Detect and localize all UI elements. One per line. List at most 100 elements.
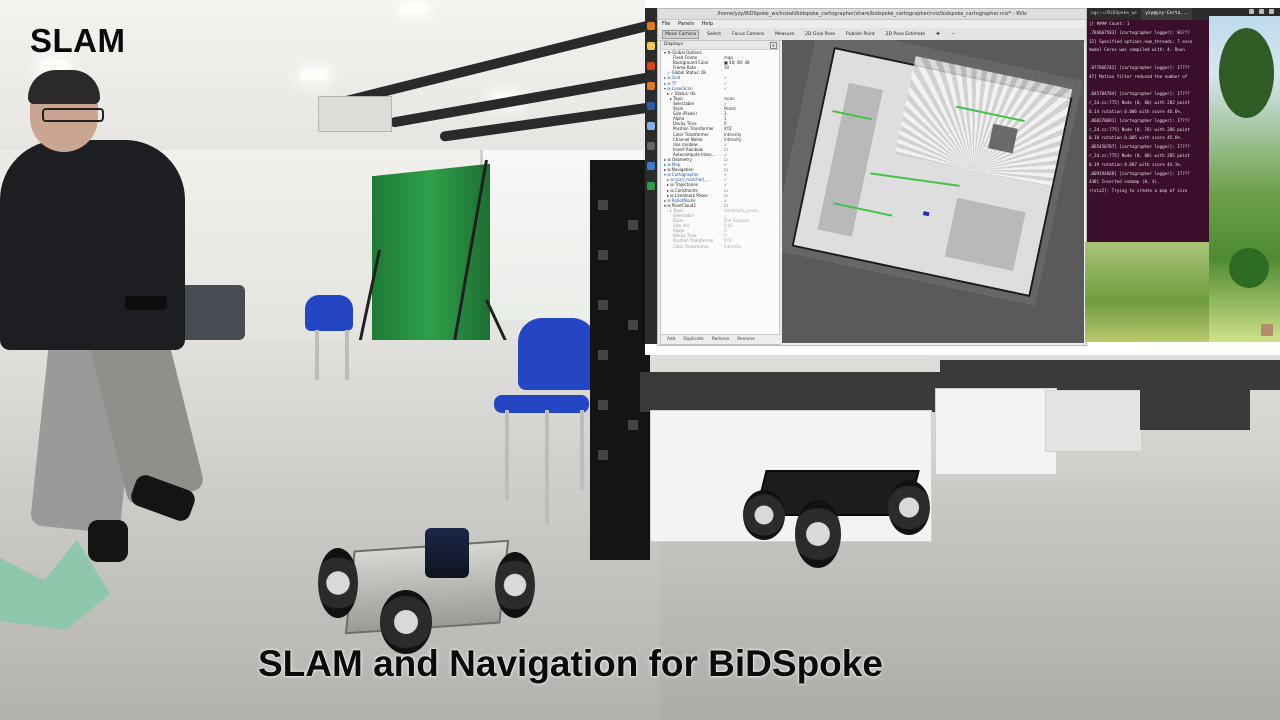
terminal-line: 12] Specified options.num_threads: 7 exc… [1089, 38, 1193, 44]
robots-on-bench [1140, 375, 1250, 430]
blue-chair [305, 295, 353, 331]
terminal-line: j] #### Count: 1 [1089, 21, 1130, 26]
focus-camera-tool[interactable]: Focus Camera [729, 30, 767, 39]
app-icon[interactable] [647, 82, 655, 90]
metal-rack [590, 160, 650, 560]
green-screen [372, 163, 490, 367]
rack-hole [598, 450, 608, 460]
app-icon[interactable] [647, 122, 655, 130]
desktop-wallpaper-right [1209, 8, 1280, 342]
remote-controller [125, 296, 167, 310]
tree [1219, 28, 1274, 118]
terminal-tab[interactable]: ngc:~/BiDSpoke_ws [1087, 8, 1141, 20]
laser-scan-points [870, 172, 960, 187]
terminal-line: 448] Inserted submap (0, 4). [1089, 179, 1160, 185]
chair-leg [545, 410, 549, 525]
terminal-line: .060270681] [cartographer logger]: I???? [1089, 117, 1190, 123]
glasses [42, 108, 104, 122]
screen-recording-overlay: /home/yzy/BiDSpoke_ws/install/bidspoke_c… [645, 0, 1280, 355]
trash-icon[interactable] [1261, 324, 1273, 336]
menu-help[interactable]: Help [702, 21, 713, 27]
map-obstacle [944, 197, 1026, 272]
terminal-line: 0.19 rotation 0.007 with score 44.1%. [1089, 161, 1183, 167]
terminal-output: j] #### Count: 1 .784667583] [cartographe… [1087, 20, 1209, 196]
slam-corner-label: SLAM [30, 22, 126, 59]
select-tool[interactable]: Select [704, 30, 724, 39]
person-operator [0, 140, 185, 350]
app-icon[interactable] [647, 142, 655, 150]
minus-icon[interactable]: − [948, 30, 958, 39]
terminal-tabs: ngc:~/BiDSpoke_ws yzy@yzy-Certa... [1087, 8, 1209, 20]
app-icon[interactable] [647, 102, 655, 110]
measure-tool[interactable]: Measure [772, 30, 797, 39]
publish-point-tool[interactable]: Publish Point [843, 30, 878, 39]
terminal-line: .065450787] [cartographer logger]: I???? [1089, 144, 1190, 150]
remove-button[interactable]: Remove [712, 337, 729, 342]
terminal-line: .045704784] [cartographer logger]: I???? [1089, 91, 1190, 97]
ceiling-light [400, 4, 428, 14]
add-button[interactable]: Add [667, 337, 675, 342]
terminal-line: model Ceres was compiled with: 4. Roun [1089, 47, 1185, 53]
displays-panel-footer: Add Duplicate Remove Rename [661, 334, 785, 344]
robot-wheel [743, 490, 785, 540]
rviz-3d-viewport[interactable] [782, 40, 1084, 343]
rack-hole [598, 400, 608, 410]
app-icon[interactable] [647, 162, 655, 170]
terminal-line: .009194668] [cartographer logger]: I???? [1089, 170, 1190, 176]
move-camera-tool[interactable]: Move Camera [662, 29, 700, 39]
sofa [175, 285, 245, 340]
terminal-line: 47] Motion filter reduced the number of [1089, 73, 1188, 79]
close-icon[interactable] [1269, 9, 1274, 14]
workbench [935, 388, 1057, 475]
minimize-icon[interactable] [1249, 9, 1254, 14]
display-property-row[interactable]: Color Transformer Intensity [661, 244, 779, 249]
terminal-line: .077866742] [cartographer logger]: I???? [1089, 64, 1190, 70]
displays-tree: ▾ ⚙ Global Options Fixed Frame map Backgrou… [661, 50, 779, 249]
rack-hole [628, 320, 638, 330]
chair-leg [315, 330, 319, 380]
workbench-items [640, 372, 940, 412]
property-name: Color Transformer [673, 243, 709, 249]
map-obstacle [817, 82, 883, 237]
robot-wheel [888, 480, 930, 535]
desktop-top-bar [1209, 8, 1280, 16]
plus-icon[interactable]: ✚ [933, 30, 943, 39]
duplicate-button[interactable]: Duplicate [683, 337, 703, 342]
maximize-icon[interactable] [1259, 9, 1264, 14]
rename-button[interactable]: Rename [737, 337, 755, 342]
menu-panels[interactable]: Panels [678, 21, 694, 27]
terminal-line: 0.18 rotation 0.005 with score 45.6%. [1089, 135, 1183, 141]
terminal-line: r_2d.cc:775] Node (0, 80) with 282 point [1089, 100, 1190, 106]
terminal-line: 0.14 rotation 0.006 with score 46.6%. [1089, 108, 1183, 114]
ceiling-light [40, 60, 68, 70]
blue-chair [518, 318, 596, 390]
ceiling-light [300, 70, 328, 80]
rack-hole [598, 350, 608, 360]
robot-wheel [795, 500, 841, 568]
app-icon[interactable] [647, 182, 655, 190]
app-icon[interactable] [647, 22, 655, 30]
displays-panel: Displays × ▾ ⚙ Global Options Fixed Frame… [660, 40, 785, 345]
terminal-line: (rviz2]: Trying to create a map of size [1089, 188, 1188, 194]
chair-leg [345, 330, 349, 380]
menu-file[interactable]: File [662, 21, 670, 27]
video-caption: SLAM and Navigation for BiDSpoke [258, 643, 883, 684]
ubuntu-dock [645, 8, 657, 344]
robot-wheel [318, 548, 358, 618]
app-icon[interactable] [647, 62, 655, 70]
terminal-window: ngc:~/BiDSpoke_ws yzy@yzy-Certa... j] ##… [1087, 8, 1209, 242]
2d-goal-pose-tool[interactable]: 2D Goal Pose [802, 30, 838, 39]
2d-pose-estimate-tool[interactable]: 2D Pose Estimate [883, 30, 929, 39]
small-robot [1045, 390, 1142, 452]
terminal-line: .784667583] [cartographer logger]: W1??? [1089, 29, 1190, 35]
desktop-wallpaper [1085, 242, 1209, 342]
app-icon[interactable] [647, 42, 655, 50]
rviz-title-bar: /home/yzy/BiDSpoke_ws/install/bidspoke_c… [658, 9, 1086, 20]
chair-leg [505, 410, 509, 500]
property-value[interactable]: Intensity [724, 244, 741, 249]
terminal-tab-active[interactable]: yzy@yzy-Certa... [1141, 8, 1193, 20]
terminal-line: r_2d.cc:775] Node (0, 76) with 286 point [1089, 126, 1190, 132]
displays-panel-title: Displays [664, 42, 683, 47]
close-icon[interactable]: × [770, 42, 777, 49]
